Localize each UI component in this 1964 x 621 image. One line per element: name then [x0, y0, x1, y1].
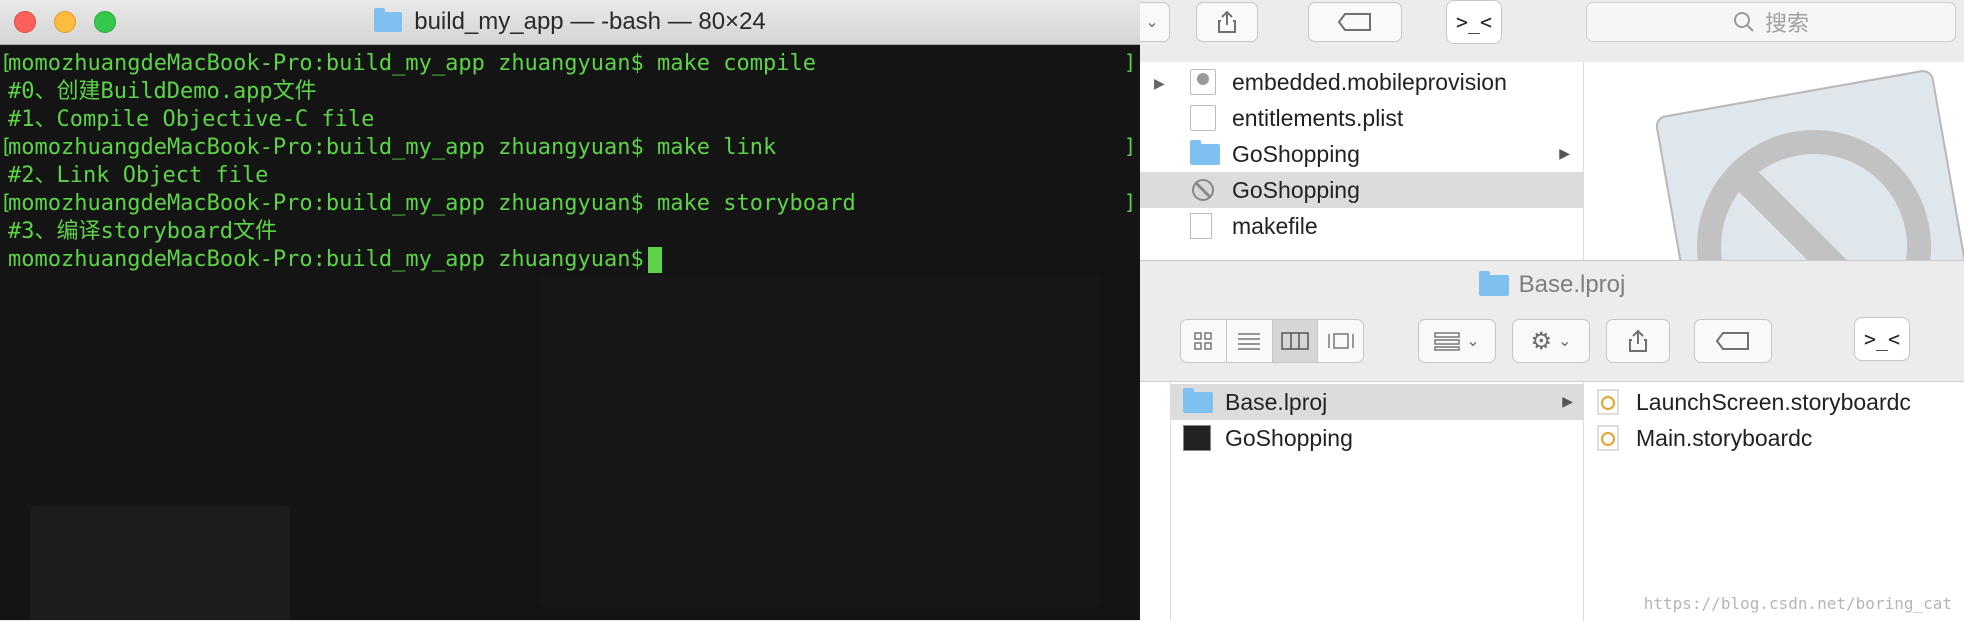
file-row-selected[interactable]: Base.lproj ▶ [1171, 384, 1583, 420]
file-name: GoShopping [1232, 177, 1360, 203]
blocked-app-preview-icon [1655, 70, 1964, 260]
terminal-line: momozhuangdeMacBook-Pro:build_my_app zhu… [8, 135, 777, 160]
terminal-line: #1、Compile Objective-C file [8, 107, 375, 132]
close-button[interactable] [14, 11, 36, 33]
terminal-cursor [647, 247, 662, 273]
icon-view-button[interactable] [1181, 320, 1227, 362]
search-input[interactable]: 搜索 [1586, 2, 1956, 42]
storyboard-file-icon [1597, 389, 1619, 415]
chevron-right-icon: ▶ [1562, 393, 1573, 409]
terminal-line: #2、Link Object file [8, 163, 269, 188]
terminal-prompt-line[interactable]: momozhuangdeMacBook-Pro:build_my_app zhu… [8, 246, 662, 274]
finder-window-bottom: Base.lproj ⌄ ⚙ ⌄ >_< Base.lproj ▶ GoShop… [1140, 260, 1964, 621]
finder-window-top: ⌄ >_< 搜索 ▶ embedded.mobileprovision enti… [1134, 0, 1964, 260]
chevron-down-icon: ⌄ [1466, 333, 1480, 350]
file-row[interactable]: makefile [1140, 208, 1584, 244]
search-placeholder: 搜索 [1764, 11, 1809, 36]
executable-icon [1183, 425, 1211, 451]
terminal-title-bar[interactable]: build_my_app — -bash — 80×24 [0, 0, 1140, 45]
list-icon [1238, 333, 1261, 350]
gear-icon: ⚙ [1530, 327, 1553, 355]
terminal-line: momozhuangdeMacBook-Pro:build_my_app zhu… [8, 51, 816, 76]
document-icon [1190, 213, 1212, 239]
finder-toolbar: ⌄ ⚙ ⌄ >_< [1140, 309, 1964, 382]
file-name: Main.storyboardc [1636, 425, 1813, 451]
terminal-line: #0、创建BuildDemo.app文件 [8, 79, 317, 104]
search-icon [1733, 12, 1754, 32]
gallery-view-button[interactable] [1318, 320, 1363, 362]
finder-column-1: Base.lproj ▶ GoShopping [1170, 382, 1584, 621]
file-name: LaunchScreen.storyboardc [1636, 389, 1911, 415]
terminal-output[interactable]: [] momozhuangdeMacBook-Pro:build_my_app … [0, 46, 1140, 620]
open-terminal-button[interactable]: >_< [1854, 317, 1910, 361]
share-icon [1218, 10, 1236, 33]
finder-column-files: ▶ embedded.mobileprovision entitlements.… [1140, 62, 1584, 260]
finder-columns: Base.lproj ▶ GoShopping LaunchScreen.sto… [1140, 382, 1964, 621]
file-name: Base.lproj [1225, 389, 1328, 415]
minimize-button[interactable] [54, 11, 76, 33]
file-row[interactable]: Main.storyboardc [1582, 420, 1964, 456]
blocked-app-icon [1192, 179, 1214, 201]
folder-icon [1183, 388, 1213, 413]
column-view-button[interactable] [1272, 320, 1319, 362]
tag-icon [1337, 13, 1371, 31]
list-view-button[interactable] [1227, 320, 1273, 362]
file-name: entitlements.plist [1232, 105, 1404, 131]
grid-icon [1194, 332, 1213, 350]
arrange-icon [1434, 332, 1461, 351]
view-mode-segmented-control[interactable] [1180, 319, 1364, 363]
terminal-line: #3、编译storyboard文件 [8, 219, 277, 244]
file-row[interactable]: GoShopping ▶ [1140, 136, 1584, 172]
tag-button[interactable] [1694, 319, 1772, 363]
folder-icon [1478, 270, 1509, 296]
file-row[interactable]: embedded.mobileprovision [1140, 64, 1584, 100]
chevron-down-icon: ⌄ [1558, 333, 1572, 350]
background-shadow [540, 276, 1100, 606]
share-icon [1629, 329, 1647, 352]
plist-file-icon [1190, 105, 1216, 131]
columns-icon [1281, 332, 1309, 350]
watermark: https://blog.csdn.net/boring_cat [1643, 594, 1952, 613]
mark-bracket: ] [1123, 190, 1136, 214]
chevron-right-icon: ▶ [1559, 145, 1570, 161]
file-name: GoShopping [1225, 425, 1353, 451]
terminal-prompt: momozhuangdeMacBook-Pro:build_my_app zhu… [8, 247, 644, 272]
file-name: embedded.mobileprovision [1232, 69, 1507, 95]
mark-bracket: ] [1123, 134, 1136, 158]
folder-icon [374, 8, 403, 32]
finder-title-bar: Base.lproj [1140, 261, 1964, 309]
gallery-icon [1327, 333, 1354, 349]
finder-column-2: LaunchScreen.storyboardc Main.storyboard… [1582, 382, 1964, 621]
file-preview [1584, 62, 1964, 260]
tag-button[interactable] [1308, 2, 1402, 42]
file-row[interactable]: GoShopping [1171, 420, 1583, 456]
terminal-title: build_my_app — -bash — 80×24 [414, 8, 766, 35]
file-row[interactable]: entitlements.plist [1140, 100, 1584, 136]
file-name: makefile [1232, 213, 1318, 239]
file-row[interactable]: LaunchScreen.storyboardc [1582, 384, 1964, 420]
share-button[interactable] [1196, 2, 1258, 42]
provision-file-icon [1190, 69, 1216, 95]
finder-toolbar: ⌄ >_< 搜索 [1134, 0, 1964, 63]
terminal-line: momozhuangdeMacBook-Pro:build_my_app zhu… [8, 191, 856, 216]
folder-icon [1190, 140, 1220, 165]
window-title: Base.lproj [1518, 271, 1626, 298]
mark-bracket: ] [1123, 50, 1136, 74]
zoom-button[interactable] [94, 11, 116, 33]
action-dropdown[interactable]: ⚙ ⌄ [1512, 319, 1590, 363]
file-row-selected[interactable]: GoShopping [1140, 172, 1584, 208]
chevron-down-icon: ⌄ [1145, 14, 1159, 31]
share-button[interactable] [1606, 319, 1670, 363]
tag-icon [1715, 332, 1749, 350]
file-name: GoShopping [1232, 141, 1360, 167]
arrange-dropdown[interactable]: ⌄ [1418, 319, 1496, 363]
storyboard-file-icon [1597, 425, 1619, 451]
terminal-window: build_my_app — -bash — 80×24 [] momozhua… [0, 0, 1140, 620]
background-shadow [30, 506, 290, 620]
open-terminal-button[interactable]: >_< [1446, 0, 1502, 44]
